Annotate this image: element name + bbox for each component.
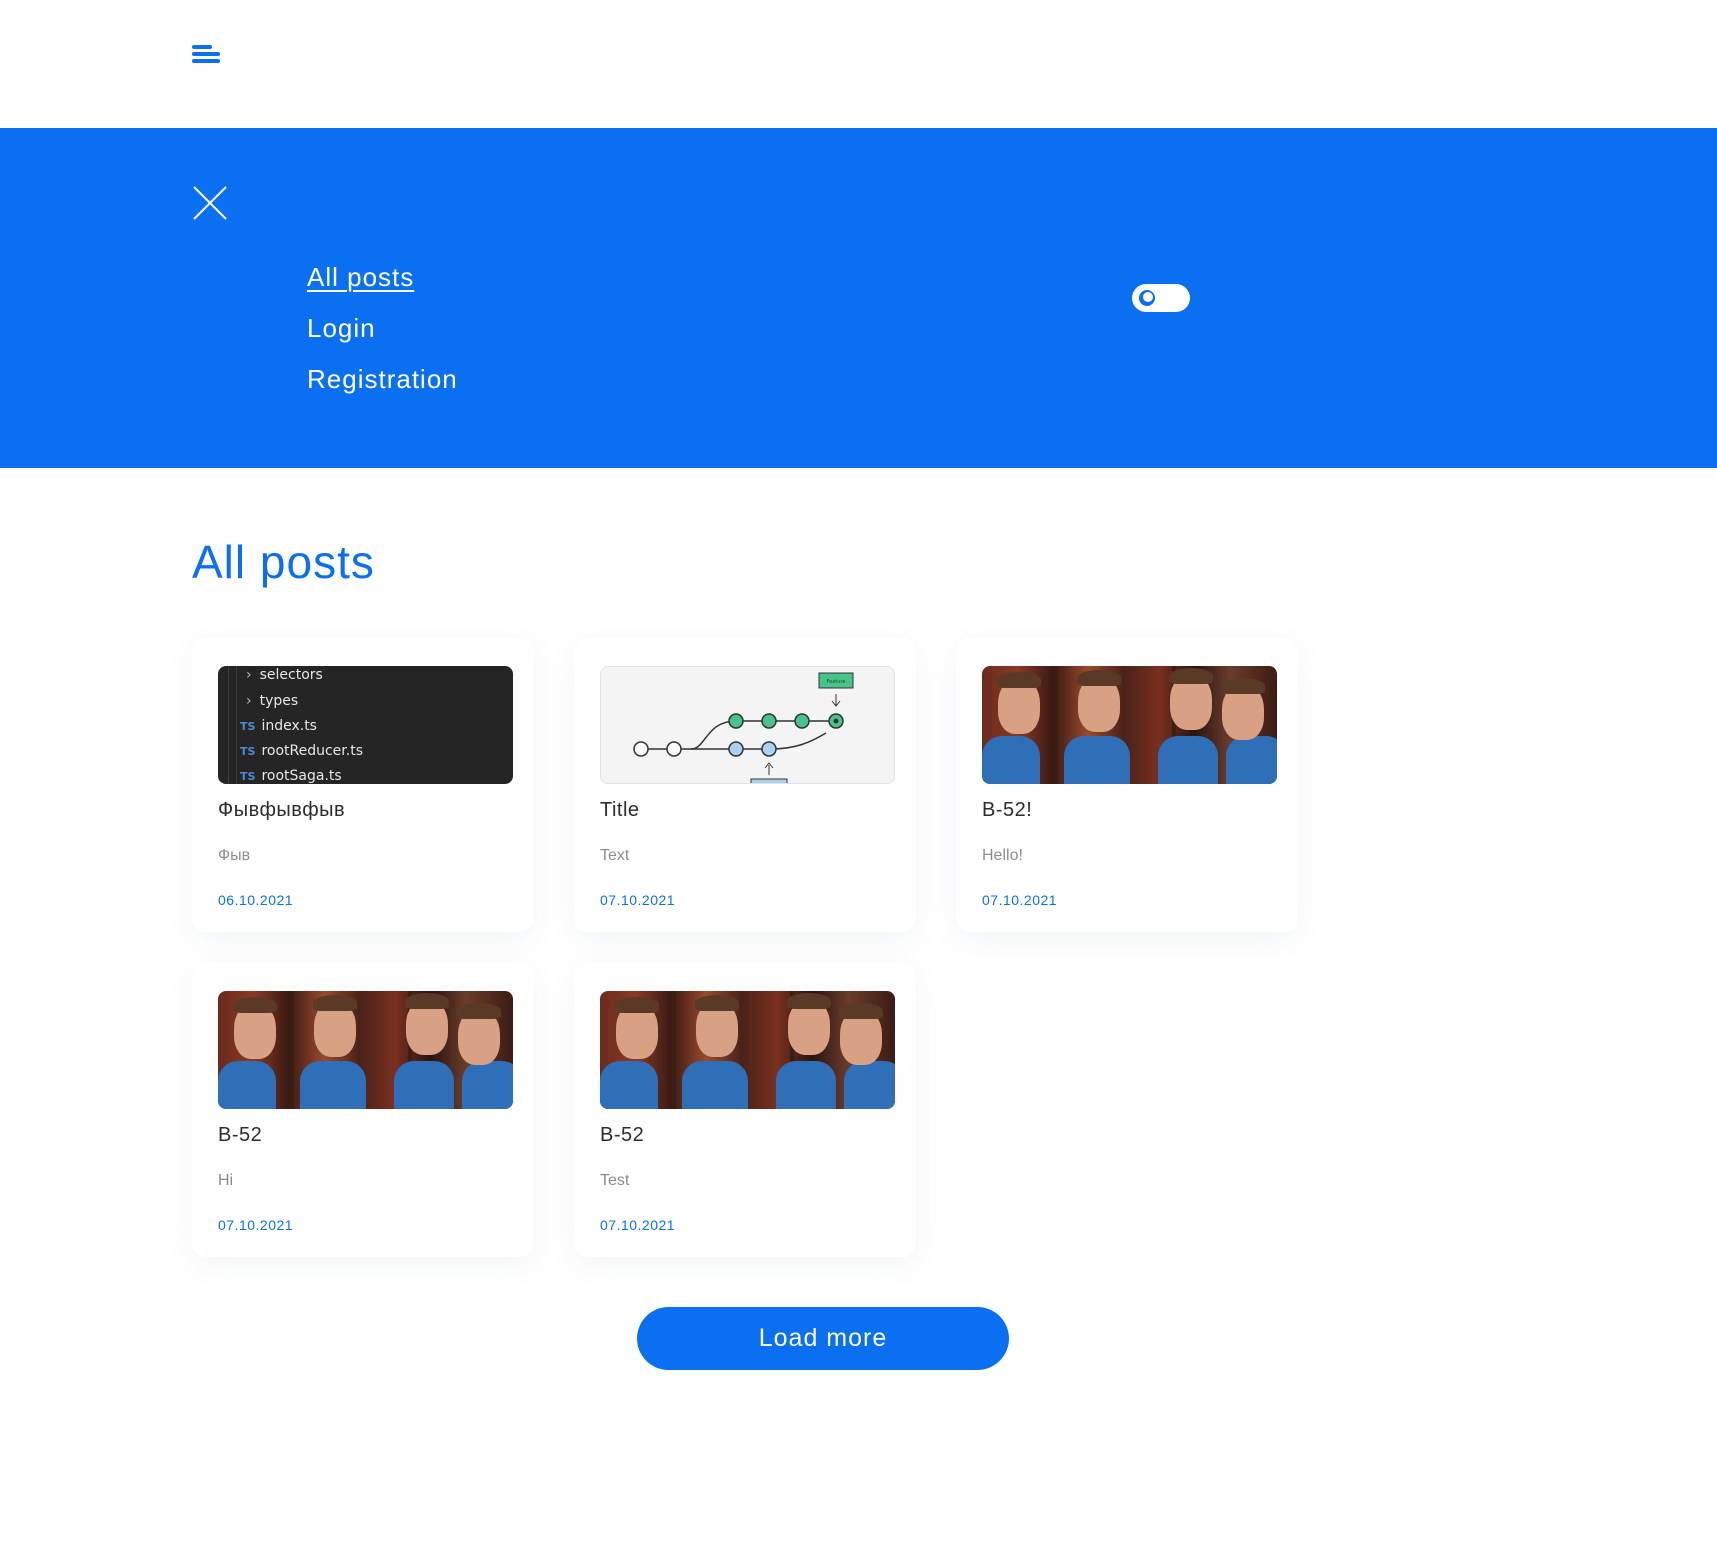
post-title: Фывфывфыв — [218, 799, 346, 821]
close-icon[interactable] — [192, 185, 228, 221]
nav-item-all-posts[interactable]: All posts — [307, 262, 458, 313]
post-title: Title — [600, 799, 640, 821]
post-title: B-52 — [600, 1124, 645, 1146]
code-line: rootSaga.ts — [261, 768, 342, 784]
load-more-button[interactable]: Load more — [637, 1307, 1009, 1370]
post-card[interactable]: B-52 Test 07.10.2021 — [574, 963, 916, 1257]
post-card[interactable]: › selectors › types TS index.ts TS rootReduc… — [192, 638, 534, 932]
code-line: types — [259, 693, 299, 709]
post-text: Фыв — [218, 847, 251, 864]
nav-list: All posts Login Registration — [307, 262, 458, 415]
code-line: rootReducer.ts — [261, 743, 363, 759]
navigation-menu-panel: All posts Login Registration — [0, 128, 1717, 468]
post-date: 07.10.2021 — [600, 892, 676, 908]
git-branch-diagram: Feature — [633, 672, 854, 783]
post-text: Text — [600, 847, 630, 864]
post-text: Hi — [218, 1172, 234, 1189]
post-title: B-52! — [982, 799, 1033, 821]
post-text: Hello! — [982, 847, 1023, 864]
theme-toggle[interactable] — [1132, 284, 1190, 312]
post-date: 06.10.2021 — [218, 892, 294, 908]
nav-item-label: All posts — [307, 262, 415, 292]
moon-icon — [1139, 290, 1155, 306]
post-thumbnail-photo — [218, 991, 513, 1109]
post-card[interactable]: Feature Title Text 07.10.2021 — [574, 638, 916, 932]
post-thumbnail-diagram: Feature — [600, 666, 895, 784]
nav-item-label: Registration — [307, 364, 458, 394]
nav-item-registration[interactable]: Registration — [307, 364, 458, 415]
post-thumbnail-photo — [982, 666, 1277, 784]
top-bar — [0, 0, 1717, 128]
code-line: selectors — [259, 667, 323, 683]
post-date: 07.10.2021 — [600, 1217, 676, 1233]
post-card[interactable]: B-52 Hi 07.10.2021 — [192, 963, 534, 1257]
nav-item-login[interactable]: Login — [307, 313, 458, 364]
post-card[interactable]: B-52! Hello! 07.10.2021 — [956, 638, 1298, 932]
post-title: B-52 — [218, 1124, 263, 1146]
code-line: index.ts — [261, 718, 317, 734]
diagram-label: Feature — [827, 679, 846, 685]
hamburger-menu-icon[interactable] — [192, 45, 222, 67]
post-thumbnail-code: › selectors › types TS index.ts TS rootReduc… — [218, 666, 513, 784]
post-thumbnail-photo — [600, 991, 895, 1109]
nav-item-label: Login — [307, 313, 376, 343]
page-title: All posts — [192, 536, 375, 588]
post-date: 07.10.2021 — [218, 1217, 294, 1233]
post-text: Test — [600, 1172, 630, 1189]
post-date: 07.10.2021 — [982, 892, 1058, 908]
